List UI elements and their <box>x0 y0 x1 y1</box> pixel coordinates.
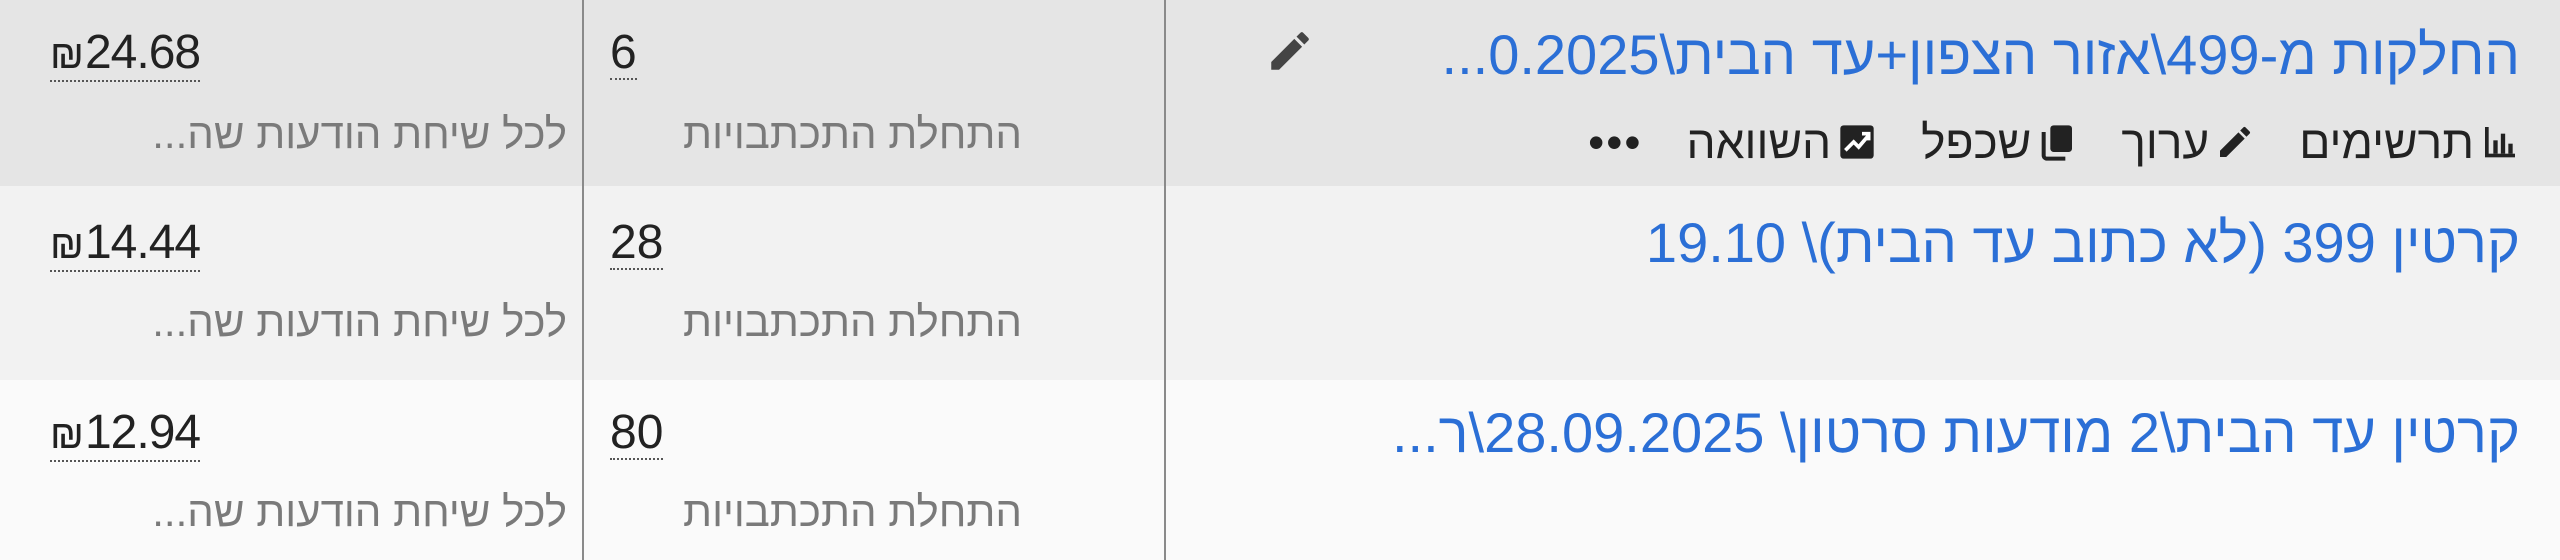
bar-chart-icon <box>2485 127 2515 158</box>
more-options-button[interactable]: ••• <box>1588 119 1642 165</box>
compare-button[interactable]: השוואה <box>1687 115 1878 169</box>
shekel-symbol: ₪ <box>50 223 84 267</box>
column-divider[interactable] <box>582 0 584 560</box>
campaign-name-link[interactable]: קרטין 399 (לא כתוב עד הבית)\ 19.10 <box>1646 210 2520 275</box>
results-count-value[interactable]: 80 <box>610 408 664 460</box>
table-row: ₪24.68 לכל שיחת הודעות שה... 6 התחלת התכ… <box>0 0 2560 186</box>
campaign-name-link[interactable]: החלקות מ-499\אזור הצפון+עד הבית\0.2025..… <box>1442 22 2520 87</box>
cost-per-result-value[interactable]: ₪12.94 <box>50 406 201 462</box>
shekel-symbol: ₪ <box>50 33 84 77</box>
results-count-value[interactable]: 6 <box>610 28 637 80</box>
pencil-icon <box>2220 126 2251 157</box>
cost-per-result-label: לכל שיחת הודעות שה... <box>152 488 567 535</box>
table-row: ₪14.44 לכל שיחת הודעות שה... 28 התחלת הת… <box>0 186 2560 380</box>
cost-per-result-label: לכל שיחת הודעות שה... <box>152 110 567 157</box>
duplicate-icon <box>2041 125 2073 161</box>
compare-label: השוואה <box>1686 116 1832 168</box>
edit-button[interactable]: ערוך <box>2121 115 2255 169</box>
edit-label: ערוך <box>2121 116 2210 168</box>
cost-per-result-label: לכל שיחת הודעות שה... <box>152 298 567 345</box>
row-actions: תרשימים ערוך שכפל השוואה ••• <box>1548 112 2520 172</box>
results-count-label: התחלת התכתבויות <box>683 298 1022 345</box>
compare-chart-icon <box>1840 125 1874 159</box>
table-row: ₪12.94 לכל שיחת הודעות שה... 80 התחלת הת… <box>0 380 2560 560</box>
cost-per-result-number: 24.68 <box>84 26 201 79</box>
cost-per-result-value[interactable]: ₪14.44 <box>50 216 201 272</box>
cost-per-result-number: 12.94 <box>84 406 201 459</box>
charts-button[interactable]: תרשימים <box>2299 115 2520 169</box>
cost-per-result-number: 14.44 <box>84 216 201 269</box>
results-count-value[interactable]: 28 <box>610 218 664 270</box>
column-divider[interactable] <box>1164 0 1166 560</box>
shekel-symbol: ₪ <box>50 413 84 457</box>
results-count-label: התחלת התכתבויות <box>683 110 1022 157</box>
ads-results-table: ₪24.68 לכל שיחת הודעות שה... 6 התחלת התכ… <box>0 0 2560 560</box>
campaign-name-link[interactable]: קרטין עד הבית\2 מודעות סרטון\ 28.09.2025… <box>1392 400 2520 465</box>
results-count-label: התחלת התכתבויות <box>683 488 1022 535</box>
charts-label: תרשימים <box>2299 116 2474 168</box>
duplicate-label: שכפל <box>1921 116 2032 168</box>
duplicate-button[interactable]: שכפל <box>1921 115 2077 169</box>
pencil-icon[interactable] <box>1265 26 1315 76</box>
cost-per-result-value[interactable]: ₪24.68 <box>50 26 201 82</box>
